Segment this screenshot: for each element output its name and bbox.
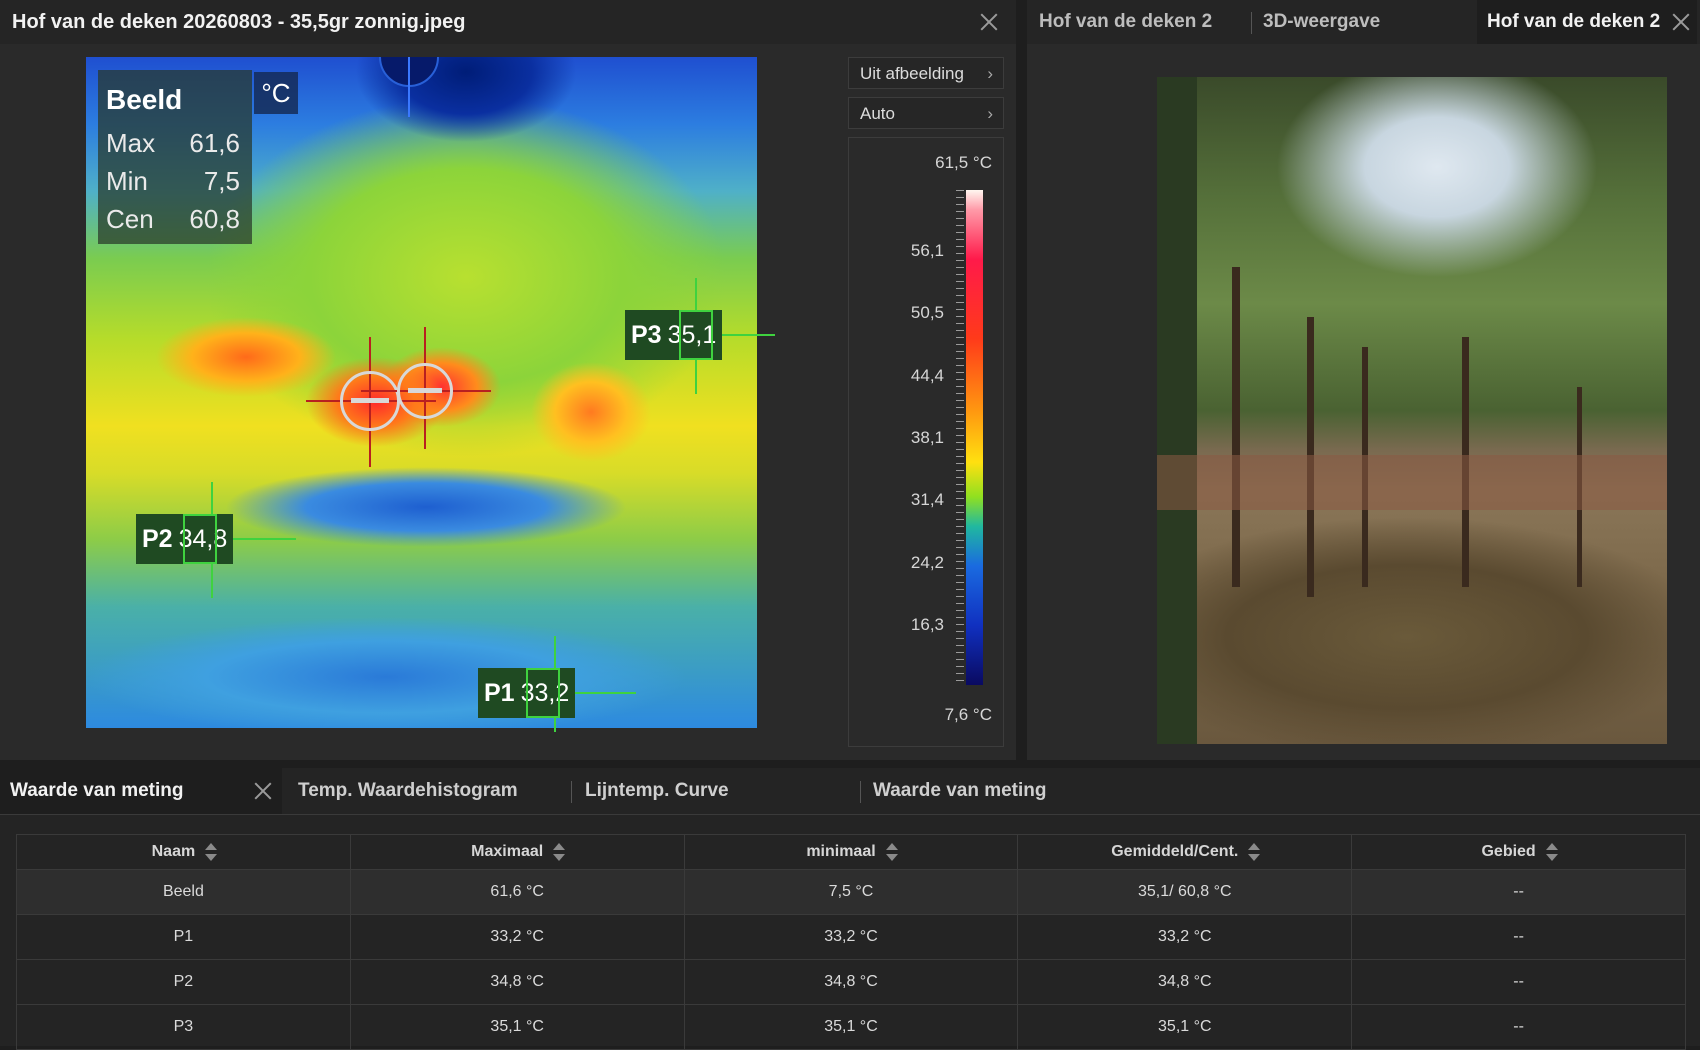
table-cell: 35,1 °C <box>1017 1004 1353 1050</box>
stats-value: 7,5 <box>203 166 240 196</box>
column-header-area[interactable]: Gebied <box>1351 834 1686 870</box>
chevron-right-icon: › <box>987 104 993 123</box>
stats-value: 60,8 <box>189 204 240 234</box>
scale-tick-label: 24,2 <box>910 553 944 572</box>
stats-label: Cen <box>106 204 154 234</box>
sort-icon[interactable] <box>553 842 566 861</box>
header-label: Maximaal <box>471 843 544 861</box>
column-header-min[interactable]: minimaal <box>683 834 1019 870</box>
table-row[interactable]: Beeld 61,6 °C 7,5 °C 35,1/ 60,8 °C -- <box>16 869 1686 915</box>
scale-tick-label: 44,4 <box>910 366 944 385</box>
scale-min-label: 7,6 °C <box>944 705 992 724</box>
sort-icon[interactable] <box>205 842 218 861</box>
table-cell: 33,2 °C <box>349 914 685 960</box>
color-scale-bar[interactable] <box>966 190 983 685</box>
stats-value: 61,6 <box>189 128 240 158</box>
stats-row-min: Min 7,5 <box>106 166 240 197</box>
table-cell: 34,8 °C <box>683 959 1019 1005</box>
dropdown-value: Auto <box>860 104 895 123</box>
scale-tick-label: 56,1 <box>910 241 944 260</box>
scale-tick-label: 16,3 <box>910 615 944 634</box>
bottom-tab-bar: Waarde van meting Temp. Waardehistogram … <box>0 768 1700 815</box>
table-cell: -- <box>1351 914 1686 960</box>
chevron-right-icon: › <box>987 64 993 83</box>
image-stats-title: Beeld <box>106 84 183 115</box>
hotspot-center-icon <box>361 327 491 457</box>
tab-line-temp-curve[interactable]: Lijntemp. Curve <box>585 768 729 814</box>
table-cell: P2 <box>16 959 351 1005</box>
stats-row-max: Max 61,6 <box>106 128 240 159</box>
stats-row-cen: Cen 60,8 <box>106 204 240 235</box>
scale-tick-label: 50,5 <box>910 303 944 322</box>
table-cell: 7,5 °C <box>683 869 1019 915</box>
column-header-name[interactable]: Naam <box>16 834 351 870</box>
marker-name: P2 <box>142 525 173 553</box>
unit-toggle[interactable]: °C <box>254 72 298 114</box>
table-cell: 35,1 °C <box>349 1004 685 1050</box>
column-header-max[interactable]: Maximaal <box>349 834 685 870</box>
tab-3d-view[interactable]: 3D-weergave <box>1263 0 1403 44</box>
measurement-table: Naam Maximaal minimaal Gemiddeld/Cent. G… <box>16 834 1686 1050</box>
table-cell: 35,1 °C <box>683 1004 1019 1050</box>
header-label: Gemiddeld/Cent. <box>1111 843 1239 861</box>
header-label: Naam <box>151 843 196 861</box>
table-header-row: Naam Maximaal minimaal Gemiddeld/Cent. G… <box>16 834 1686 870</box>
close-icon[interactable] <box>254 782 272 800</box>
tab-separator <box>1251 12 1252 34</box>
tab-visual-image-2[interactable]: Hof van de deken 2 <box>1477 0 1697 44</box>
color-scale-ticks <box>956 190 964 685</box>
marker-name: P1 <box>484 679 515 707</box>
table-cell: 35,1/ 60,8 °C <box>1017 869 1353 915</box>
stats-label: Max <box>106 128 156 158</box>
tab-separator <box>571 781 572 803</box>
thermal-tab-bar: Hof van de deken 20260803 - 35,5gr zonni… <box>0 0 1016 44</box>
top-crosshair-icon <box>379 57 439 117</box>
table-cell: 34,8 °C <box>1017 959 1353 1005</box>
scale-max-label: 61,5 °C <box>935 153 992 172</box>
tab-measurement-values[interactable]: Waarde van meting <box>0 768 282 814</box>
table-cell: Beeld <box>16 869 351 915</box>
visual-photo <box>1157 77 1667 744</box>
table-cell: -- <box>1351 1004 1686 1050</box>
marker-name: P3 <box>631 321 662 349</box>
table-cell: P3 <box>16 1004 351 1050</box>
stats-label: Min <box>106 166 148 196</box>
table-row[interactable]: P1 33,2 °C 33,2 °C 33,2 °C -- <box>16 914 1686 960</box>
right-tab-bar: Hof van de deken 2 3D-weergave Hof van d… <box>1027 0 1700 44</box>
table-cell: -- <box>1351 959 1686 1005</box>
table-row[interactable]: P2 34,8 °C 34,8 °C 34,8 °C -- <box>16 959 1686 1005</box>
header-label: Gebied <box>1481 843 1536 861</box>
scale-tick-label: 38,1 <box>910 428 944 447</box>
table-row[interactable]: P3 35,1 °C 35,1 °C 35,1 °C -- <box>16 1004 1686 1050</box>
table-cell: 34,8 °C <box>349 959 685 1005</box>
table-cell: 33,2 °C <box>683 914 1019 960</box>
table-cell: -- <box>1351 869 1686 915</box>
close-icon[interactable] <box>980 13 998 31</box>
tab-measurement-values-2[interactable]: Waarde van meting <box>873 768 1047 814</box>
tab-label: Hof van de deken 2 <box>1487 11 1661 32</box>
thermal-image-title[interactable]: Hof van de deken 20260803 - 35,5gr zonni… <box>0 11 466 34</box>
header-label: minimaal <box>806 843 876 861</box>
range-mode-dropdown[interactable]: Auto › <box>848 97 1004 129</box>
table-cell: 61,6 °C <box>349 869 685 915</box>
tab-separator <box>860 781 861 803</box>
tab-visual-image-1[interactable]: Hof van de deken 2 <box>1039 0 1214 44</box>
sort-icon[interactable] <box>885 842 898 861</box>
tab-temp-histogram[interactable]: Temp. Waardehistogram <box>298 768 518 814</box>
sort-icon[interactable] <box>1248 842 1261 861</box>
tab-label: Waarde van meting <box>10 780 184 801</box>
close-icon[interactable] <box>1672 13 1690 31</box>
image-stats-box: Beeld Max 61,6 Min 7,5 Cen 60,8 <box>98 70 252 244</box>
table-cell: 33,2 °C <box>1017 914 1353 960</box>
table-cell: P1 <box>16 914 351 960</box>
sort-icon[interactable] <box>1545 842 1558 861</box>
dropdown-value: Uit afbeelding <box>860 64 964 83</box>
column-header-avg[interactable]: Gemiddeld/Cent. <box>1017 834 1353 870</box>
temperature-source-dropdown[interactable]: Uit afbeelding › <box>848 57 1004 89</box>
scale-tick-label: 31,4 <box>910 490 944 509</box>
